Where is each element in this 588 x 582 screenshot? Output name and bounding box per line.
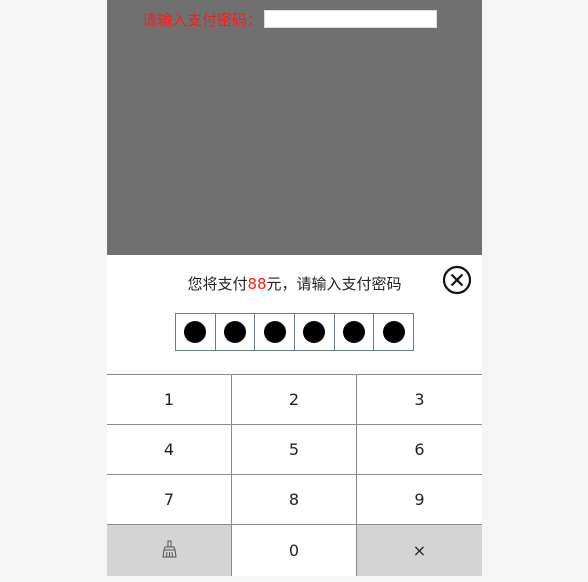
close-icon[interactable]	[442, 265, 472, 295]
key-6[interactable]: 6	[357, 425, 482, 475]
prompt-suffix: 元，请输入支付密码	[266, 275, 402, 293]
key-5[interactable]: 5	[232, 425, 357, 475]
payment-sheet: 您将支付88元，请输入支付密码 1 2 3 4 5 6 7 8 9 0 ×	[107, 255, 482, 576]
password-digit-cell	[176, 314, 216, 350]
filled-dot-icon	[382, 321, 405, 343]
filled-dot-icon	[263, 321, 286, 343]
numeric-keypad: 1 2 3 4 5 6 7 8 9 0 ×	[107, 374, 482, 576]
password-digit-cell	[255, 314, 296, 350]
key-4[interactable]: 4	[107, 425, 232, 475]
password-digit-cell	[374, 314, 413, 350]
password-digit-box[interactable]	[175, 313, 414, 351]
key-3[interactable]: 3	[357, 375, 482, 425]
payment-amount: 88	[247, 275, 267, 293]
delete-button[interactable]: ×	[357, 525, 482, 576]
password-digit-cell	[216, 314, 256, 350]
key-8[interactable]: 8	[232, 475, 357, 525]
filled-dot-icon	[224, 321, 246, 343]
key-2[interactable]: 2	[232, 375, 357, 425]
filled-dot-icon	[303, 321, 326, 343]
modal-overlay[interactable]: 请输入支付密码：	[107, 0, 482, 255]
key-7[interactable]: 7	[107, 475, 232, 525]
payment-prompt: 您将支付88元，请输入支付密码	[107, 273, 482, 294]
clear-button[interactable]	[107, 525, 232, 576]
filled-dot-icon	[184, 321, 207, 343]
broom-icon	[161, 540, 177, 562]
password-digit-cell	[295, 314, 335, 350]
password-label: 请输入支付密码：	[142, 10, 263, 29]
prompt-prefix: 您将支付	[187, 275, 248, 293]
phone-screen: 请输入支付密码： 您将支付88元，请输入支付密码 1 2 3 4 5 6 7 8…	[107, 0, 482, 576]
filled-dot-icon	[343, 321, 366, 343]
key-9[interactable]: 9	[357, 475, 482, 525]
password-digit-cell	[335, 314, 375, 350]
key-0[interactable]: 0	[232, 525, 357, 576]
password-input[interactable]	[264, 10, 438, 28]
password-row: 请输入支付密码：	[142, 8, 438, 30]
key-1[interactable]: 1	[107, 375, 232, 425]
